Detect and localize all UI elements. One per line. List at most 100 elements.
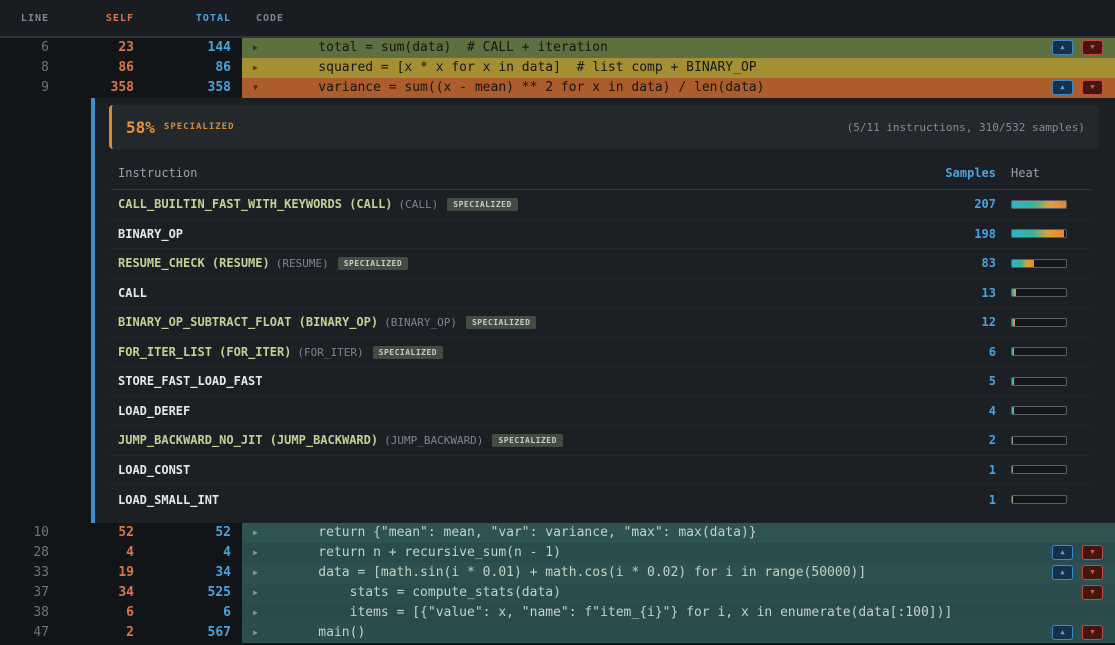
self-samples: 34: [62, 583, 140, 603]
code-cell[interactable]: ▶ squared = [x * x for x in data] # list…: [242, 58, 1115, 78]
line-number: 9: [0, 78, 62, 98]
expand-expanded-icon[interactable]: ▼: [253, 78, 258, 98]
specialized-badge: SPECIALIZED: [373, 346, 443, 359]
heat-fill: [1012, 319, 1015, 326]
heat-fill: [1012, 348, 1014, 355]
total-samples: 34: [140, 563, 242, 583]
instruction-name: BINARY_OP: [118, 227, 183, 241]
sample-count: 12: [924, 315, 996, 329]
code-cell[interactable]: ▶ return n + recursive_sum(n - 1) ▲ ▼: [242, 543, 1115, 563]
jump-up-button[interactable]: ▲: [1052, 625, 1073, 640]
expand-collapsed-icon[interactable]: ▶: [253, 543, 258, 563]
code-cell[interactable]: ▶ return {"mean": mean, "var": variance,…: [242, 523, 1115, 543]
code-text: stats = compute_stats(data): [242, 583, 1115, 603]
instruction-detail-panel: 58% SPECIALIZED (5/11 instructions, 310/…: [91, 98, 1115, 523]
code-cell[interactable]: ▶ main() ▲ ▼: [242, 623, 1115, 643]
jump-down-button[interactable]: ▼: [1082, 545, 1103, 560]
expand-collapsed-icon[interactable]: ▶: [253, 58, 258, 78]
code-row-line-47: 47 2 567 ▶ main() ▲ ▼: [0, 623, 1115, 643]
instruction-row: FOR_ITER_LIST (FOR_ITER)(FOR_ITER)SPECIA…: [111, 338, 1091, 368]
heat-fill: [1012, 378, 1014, 385]
expand-collapsed-icon[interactable]: ▶: [253, 583, 258, 603]
heat-fill: [1012, 201, 1066, 208]
jump-down-button[interactable]: ▼: [1082, 80, 1103, 95]
total-samples: 52: [140, 523, 242, 543]
sample-count: 5: [924, 374, 996, 388]
jump-down-button[interactable]: ▼: [1082, 40, 1103, 55]
code-cell[interactable]: ▶ items = [{"value": x, "name": f"item_{…: [242, 603, 1115, 623]
jump-up-button[interactable]: ▲: [1052, 40, 1073, 55]
heat-bar: [1011, 465, 1091, 474]
total-samples: 525: [140, 583, 242, 603]
code-row-line-6: 6 23 144 ▶ total = sum(data) # CALL + it…: [0, 38, 1115, 58]
code-row-line-28: 28 4 4 ▶ return n + recursive_sum(n - 1)…: [0, 543, 1115, 563]
code-text: data = [math.sin(i * 0.01) + math.cos(i …: [242, 563, 1115, 583]
heat-bar: [1011, 200, 1091, 209]
heat-fill: [1012, 289, 1016, 296]
line-number: 33: [0, 563, 62, 583]
self-samples: 4: [62, 543, 140, 563]
code-cell[interactable]: ▼ variance = sum((x - mean) ** 2 for x i…: [242, 78, 1115, 98]
jump-down-button[interactable]: ▼: [1082, 585, 1103, 600]
expand-collapsed-icon[interactable]: ▶: [253, 563, 258, 583]
instruction-row: BINARY_OP_SUBTRACT_FLOAT (BINARY_OP)(BIN…: [111, 308, 1091, 338]
column-header-code: CODE: [242, 13, 284, 24]
code-text: variance = sum((x - mean) ** 2 for x in …: [242, 78, 1115, 98]
code-text: return n + recursive_sum(n - 1): [242, 543, 1115, 563]
line-number: 38: [0, 603, 62, 623]
jump-up-button[interactable]: ▲: [1052, 565, 1073, 580]
code-cell[interactable]: ▶ stats = compute_stats(data) ▼: [242, 583, 1115, 603]
jump-down-button[interactable]: ▼: [1082, 625, 1103, 640]
heat-bar: [1011, 347, 1091, 356]
table-header: LINE SELF TOTAL CODE: [0, 0, 1115, 38]
instruction-name: LOAD_CONST: [118, 463, 190, 477]
self-samples: 19: [62, 563, 140, 583]
instruction-name: JUMP_BACKWARD_NO_JIT (JUMP_BACKWARD): [118, 433, 378, 447]
sample-count: 83: [924, 256, 996, 270]
total-samples: 86: [140, 58, 242, 78]
instruction-name: CALL_BUILTIN_FAST_WITH_KEYWORDS (CALL): [118, 197, 393, 211]
self-samples: 6: [62, 603, 140, 623]
base-opcode: (JUMP_BACKWARD): [384, 434, 483, 447]
expand-collapsed-icon[interactable]: ▶: [253, 523, 258, 543]
code-cell[interactable]: ▶ total = sum(data) # CALL + iteration ▲…: [242, 38, 1115, 58]
specialization-summary: 58% SPECIALIZED (5/11 instructions, 310/…: [109, 105, 1099, 149]
code-cell[interactable]: ▶ data = [math.sin(i * 0.01) + math.cos(…: [242, 563, 1115, 583]
code-text: total = sum(data) # CALL + iteration: [242, 38, 1115, 58]
code-text: squared = [x * x for x in data] # list c…: [242, 58, 1115, 78]
self-samples: 358: [62, 78, 140, 98]
column-header-self: SELF: [62, 13, 140, 24]
expand-collapsed-icon[interactable]: ▶: [253, 603, 258, 623]
expand-collapsed-icon[interactable]: ▶: [253, 623, 258, 643]
heat-fill: [1012, 466, 1013, 473]
self-samples: 23: [62, 38, 140, 58]
column-header-line: LINE: [0, 13, 62, 24]
column-header-heat: Heat: [1011, 166, 1091, 180]
summary-counts: (5/11 instructions, 310/532 samples): [847, 121, 1085, 134]
specialized-percent: 58%: [126, 118, 155, 137]
column-header-instruction: Instruction: [118, 166, 924, 180]
jump-down-button[interactable]: ▼: [1082, 565, 1103, 580]
jump-up-button[interactable]: ▲: [1052, 545, 1073, 560]
jump-up-button[interactable]: ▲: [1052, 80, 1073, 95]
specialized-badge: SPECIALIZED: [492, 434, 562, 447]
self-samples: 52: [62, 523, 140, 543]
line-number: 47: [0, 623, 62, 643]
expand-collapsed-icon[interactable]: ▶: [253, 38, 258, 58]
line-number: 10: [0, 523, 62, 543]
line-number: 28: [0, 543, 62, 563]
instruction-name: FOR_ITER_LIST (FOR_ITER): [118, 345, 291, 359]
base-opcode: (BINARY_OP): [384, 316, 457, 329]
code-text: items = [{"value": x, "name": f"item_{i}…: [242, 603, 1115, 623]
heat-fill: [1012, 437, 1013, 444]
instruction-row: STORE_FAST_LOAD_FAST 5: [111, 367, 1091, 397]
heat-fill: [1012, 260, 1034, 267]
sample-count: 4: [924, 404, 996, 418]
instruction-table-header: Instruction Samples Heat: [111, 159, 1091, 190]
line-number: 37: [0, 583, 62, 603]
heat-bar: [1011, 436, 1091, 445]
self-samples: 86: [62, 58, 140, 78]
instruction-name: LOAD_SMALL_INT: [118, 493, 219, 507]
instruction-name: RESUME_CHECK (RESUME): [118, 256, 270, 270]
total-samples: 358: [140, 78, 242, 98]
